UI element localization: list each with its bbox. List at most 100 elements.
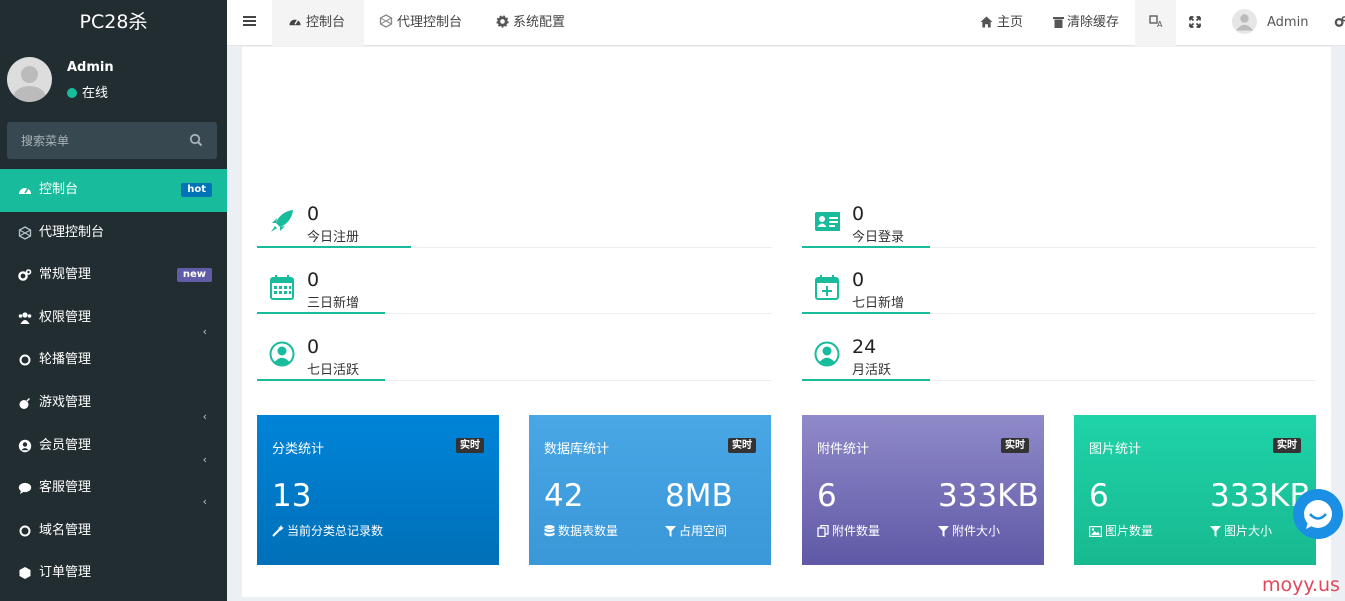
clear-cache-button[interactable]: 清除缓存 <box>1053 0 1119 46</box>
realtime-badge: 实时 <box>728 438 756 453</box>
filter-icon <box>1210 526 1221 537</box>
hexagon-outline-icon <box>18 225 32 240</box>
hamburger-icon <box>243 16 256 26</box>
sidebar-item-dashboard[interactable]: 控制台 hot <box>0 169 227 212</box>
realtime-badge: 实时 <box>456 438 484 453</box>
card-value: 6 <box>1089 478 1109 514</box>
comment-icon <box>18 483 32 495</box>
sidebar-item-members[interactable]: 会员管理 ‹ <box>0 425 227 468</box>
sidebar-item-label: 权限管理 <box>39 309 92 325</box>
id-card-icon <box>815 212 840 231</box>
home-link[interactable]: 主页 <box>980 0 1023 46</box>
card-sub-label: 占用空间 <box>679 524 728 538</box>
stat-today-login: 0 今日登录 <box>802 200 1316 250</box>
stat-value: 0 <box>852 269 865 291</box>
stat-today-register: 0 今日注册 <box>257 200 772 250</box>
hot-badge: hot <box>181 183 212 197</box>
sidebar-item-domains[interactable]: 域名管理 <box>0 510 227 553</box>
stat-seven-day-new: 0 七日新增 <box>802 266 1316 316</box>
clear-cache-label: 清除缓存 <box>1067 15 1120 30</box>
user-menu-name: Admin <box>1267 15 1309 30</box>
group-icon <box>18 312 32 324</box>
stat-label: 月活跃 <box>852 363 892 378</box>
sidebar-item-label: 会员管理 <box>39 437 92 453</box>
sidebar-item-carousel[interactable]: 轮播管理 <box>0 339 227 382</box>
brand-logo[interactable]: PC28杀 <box>0 0 227 46</box>
card-database-stats: 数据库统计 实时 42 8MB 数据表数量 占用空间 <box>529 415 771 565</box>
cogs-icon <box>1334 16 1345 27</box>
card-value-secondary: 333KB <box>938 478 1039 514</box>
card-sub-label: 图片数量 <box>1105 524 1154 538</box>
card-sub-secondary: 图片大小 <box>1210 522 1272 539</box>
stat-value: 24 <box>852 336 877 358</box>
tab-label: 代理控制台 <box>397 15 463 30</box>
cube-icon <box>19 567 31 580</box>
user-status: 在线 <box>67 82 108 101</box>
stat-value: 0 <box>307 269 320 291</box>
circle-outline-icon <box>19 354 31 366</box>
home-icon <box>980 16 993 28</box>
image-icon <box>1089 526 1103 538</box>
sidebar-item-customer-service[interactable]: 客服管理 ‹ <box>0 467 227 510</box>
stat-value: 0 <box>852 203 865 225</box>
database-icon <box>544 525 555 537</box>
sidebar-item-label: 游戏管理 <box>39 394 92 410</box>
sidebar-item-games[interactable]: 游戏管理 ‹ <box>0 382 227 425</box>
stat-label: 七日活跃 <box>307 363 360 378</box>
sidebar-item-label: 订单管理 <box>39 565 92 581</box>
top-navbar: 控制台 代理控制台 系统配置 主页 清除缓存 A Admin <box>227 0 1345 46</box>
sidebar-item-label: 客服管理 <box>39 480 92 496</box>
card-sub-label: 附件大小 <box>952 524 1001 538</box>
calendar-plus-icon <box>815 275 839 300</box>
sidebar-item-agent-dashboard[interactable]: 代理控制台 <box>0 212 227 255</box>
home-label: 主页 <box>997 15 1024 30</box>
realtime-badge: 实时 <box>1001 438 1029 453</box>
sidebar-item-label: 轮播管理 <box>39 352 92 368</box>
search-input[interactable] <box>7 122 182 159</box>
avatar <box>7 57 52 102</box>
tab-label: 控制台 <box>306 15 346 30</box>
search-icon[interactable] <box>189 133 203 147</box>
card-sub-label: 数据表数量 <box>558 524 619 538</box>
card-title: 数据库统计 <box>544 442 610 457</box>
chat-button[interactable] <box>1293 489 1343 539</box>
cogs-icon <box>18 269 32 281</box>
sidebar-item-orders[interactable]: 订单管理 <box>0 552 227 595</box>
trash-icon <box>1053 17 1064 28</box>
card-sub: 数据表数量 <box>544 522 618 539</box>
user-status-text: 在线 <box>82 86 109 101</box>
stat-seven-day-active: 0 七日活跃 <box>257 333 772 383</box>
card-sub-label: 当前分类总记录数 <box>287 524 384 538</box>
card-sub-secondary: 附件大小 <box>938 522 1000 539</box>
user-name: Admin <box>67 60 114 75</box>
sidebar: PC28杀 Admin 在线 控制台 hot 代理控制台 常规管理 new 权限… <box>0 0 227 601</box>
user-panel: Admin 在线 <box>0 46 227 116</box>
sidebar-item-permissions[interactable]: 权限管理 ‹ <box>0 297 227 340</box>
stat-monthly-active: 24 月活跃 <box>802 333 1316 383</box>
svg-text:A: A <box>1157 20 1163 28</box>
tab-label: 系统配置 <box>513 15 566 30</box>
hexagon-outline-icon <box>379 14 393 28</box>
card-title: 附件统计 <box>817 442 870 457</box>
tab-agent-dashboard[interactable]: 代理控制台 <box>379 0 462 46</box>
sidebar-item-general[interactable]: 常规管理 new <box>0 254 227 297</box>
rocket-icon <box>271 210 293 232</box>
sidebar-item-label: 域名管理 <box>39 522 92 538</box>
fullscreen-button[interactable] <box>1189 0 1203 46</box>
online-dot-icon <box>67 88 77 98</box>
sidebar-toggle-button[interactable] <box>243 0 257 46</box>
watermark: moyy.us <box>1262 574 1340 596</box>
realtime-badge: 实时 <box>1273 438 1301 453</box>
settings-button[interactable] <box>1334 0 1345 46</box>
tab-system-config[interactable]: 系统配置 <box>496 0 565 46</box>
language-button[interactable]: A <box>1135 0 1176 46</box>
card-sub: 附件数量 <box>817 522 880 539</box>
user-menu[interactable]: Admin <box>1232 0 1308 46</box>
gear-icon <box>496 15 509 28</box>
new-badge: new <box>176 268 212 283</box>
filter-icon <box>665 526 676 537</box>
filter-icon <box>938 526 949 537</box>
card-sub: 当前分类总记录数 <box>272 522 383 539</box>
tab-dashboard[interactable]: 控制台 <box>272 0 364 46</box>
stat-value: 0 <box>307 336 320 358</box>
